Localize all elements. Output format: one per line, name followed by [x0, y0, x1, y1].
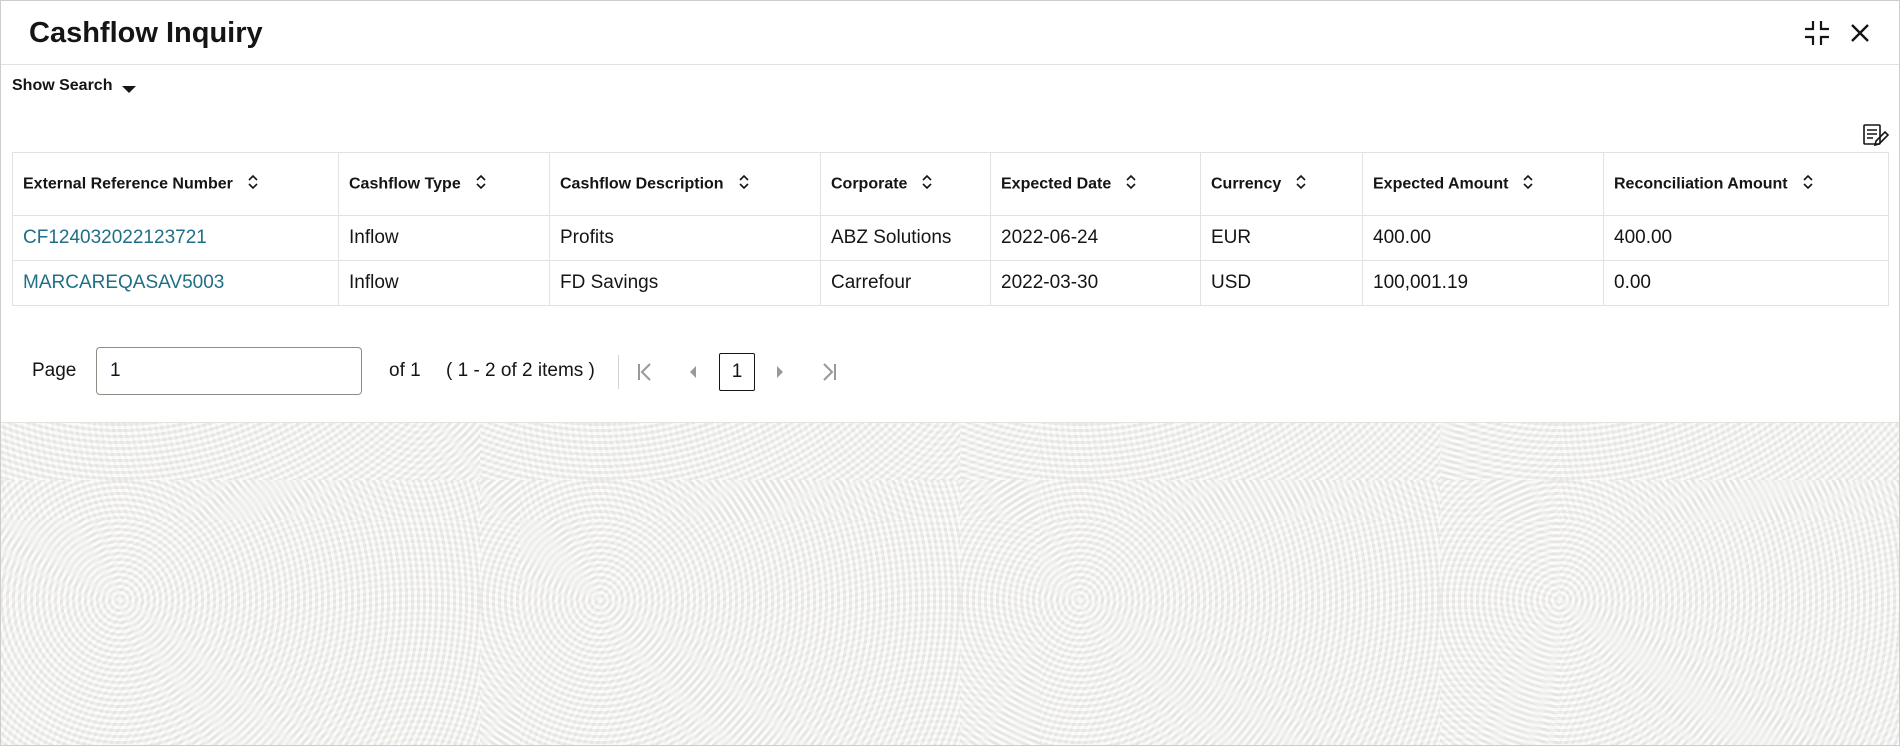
column-header-expected-amount[interactable]: Expected Amount: [1362, 152, 1604, 216]
column-header-cashflow-type[interactable]: Cashflow Type: [338, 152, 550, 216]
external-reference-link[interactable]: CF124032022123721: [12, 215, 339, 261]
cashflow-description-cell: FD Savings: [549, 260, 821, 306]
expected-amount-cell: 400.00: [1362, 215, 1604, 261]
last-page-icon: [823, 363, 836, 381]
first-page-button[interactable]: [633, 360, 657, 384]
page-label: Page: [32, 360, 77, 381]
close-button[interactable]: [1844, 17, 1876, 49]
external-reference-link[interactable]: MARCAREQASAV5003: [12, 260, 339, 306]
table-row[interactable]: MARCAREQASAV5003 Inflow FD Savings Carre…: [12, 260, 1889, 306]
cashflow-inquiry-window: Cashflow Inquiry Show Search External Re…: [0, 0, 1900, 746]
sort-icon[interactable]: [247, 174, 259, 195]
current-page-indicator[interactable]: 1: [719, 353, 755, 391]
sort-icon[interactable]: [1802, 174, 1814, 195]
pagination-bar: Page of 1 ( 1 - 2 of 2 items ) 1: [1, 347, 901, 397]
item-range-label: ( 1 - 2 of 2 items ): [446, 360, 595, 381]
reconciliation-amount-cell: 0.00: [1603, 260, 1889, 306]
expected-date-cell: 2022-03-30: [990, 260, 1201, 306]
previous-page-button[interactable]: [681, 360, 705, 384]
first-page-icon: [638, 363, 651, 381]
page-count-label: of 1: [389, 360, 421, 381]
cashflow-type-cell: Inflow: [338, 215, 550, 261]
cashflow-description-cell: Profits: [549, 215, 821, 261]
show-search-label: Show Search: [12, 77, 113, 94]
minimize-button[interactable]: [1801, 17, 1833, 49]
close-icon: [1851, 24, 1869, 42]
column-header-reconciliation-amount[interactable]: Reconciliation Amount: [1603, 152, 1889, 216]
table-row[interactable]: CF124032022123721 Inflow Profits ABZ Sol…: [12, 215, 1889, 261]
column-header-cashflow-description[interactable]: Cashflow Description: [549, 152, 821, 216]
caret-down-icon: [122, 85, 137, 93]
corporate-cell: Carrefour: [820, 260, 991, 306]
next-page-button[interactable]: [768, 360, 792, 384]
reconciliation-amount-cell: 400.00: [1603, 215, 1889, 261]
sort-icon[interactable]: [1522, 174, 1534, 195]
sort-icon[interactable]: [1295, 174, 1307, 195]
currency-cell: EUR: [1200, 215, 1363, 261]
sort-icon[interactable]: [1125, 174, 1137, 195]
sort-icon[interactable]: [738, 174, 750, 195]
last-page-button[interactable]: [817, 360, 841, 384]
currency-cell: USD: [1200, 260, 1363, 306]
cashflow-type-cell: Inflow: [338, 260, 550, 306]
collapse-arrows-icon: [1805, 21, 1829, 45]
expected-amount-cell: 100,001.19: [1362, 260, 1604, 306]
sort-icon[interactable]: [921, 174, 933, 195]
page-number-input[interactable]: [96, 347, 362, 395]
cashflow-table: External Reference Number Cashflow Type …: [12, 152, 1889, 306]
column-header-currency[interactable]: Currency: [1200, 152, 1363, 216]
show-search-toggle[interactable]: Show Search: [12, 77, 137, 95]
corporate-cell: ABZ Solutions: [820, 215, 991, 261]
column-header-external-reference[interactable]: External Reference Number: [12, 152, 339, 216]
column-settings-icon: [1863, 124, 1890, 147]
table-header-row: External Reference Number Cashflow Type …: [12, 152, 1889, 216]
previous-page-icon: [690, 366, 696, 378]
column-header-corporate[interactable]: Corporate: [820, 152, 991, 216]
pager-divider: [618, 355, 619, 389]
page-title: Cashflow Inquiry: [29, 17, 263, 49]
window-header: Cashflow Inquiry: [1, 1, 1899, 65]
next-page-icon: [777, 366, 783, 378]
column-header-expected-date[interactable]: Expected Date: [990, 152, 1201, 216]
sort-icon[interactable]: [475, 174, 487, 195]
column-settings-button[interactable]: [1861, 121, 1890, 149]
results-panel: Show Search External Reference Number Ca…: [1, 65, 1899, 423]
expected-date-cell: 2022-06-24: [990, 215, 1201, 261]
